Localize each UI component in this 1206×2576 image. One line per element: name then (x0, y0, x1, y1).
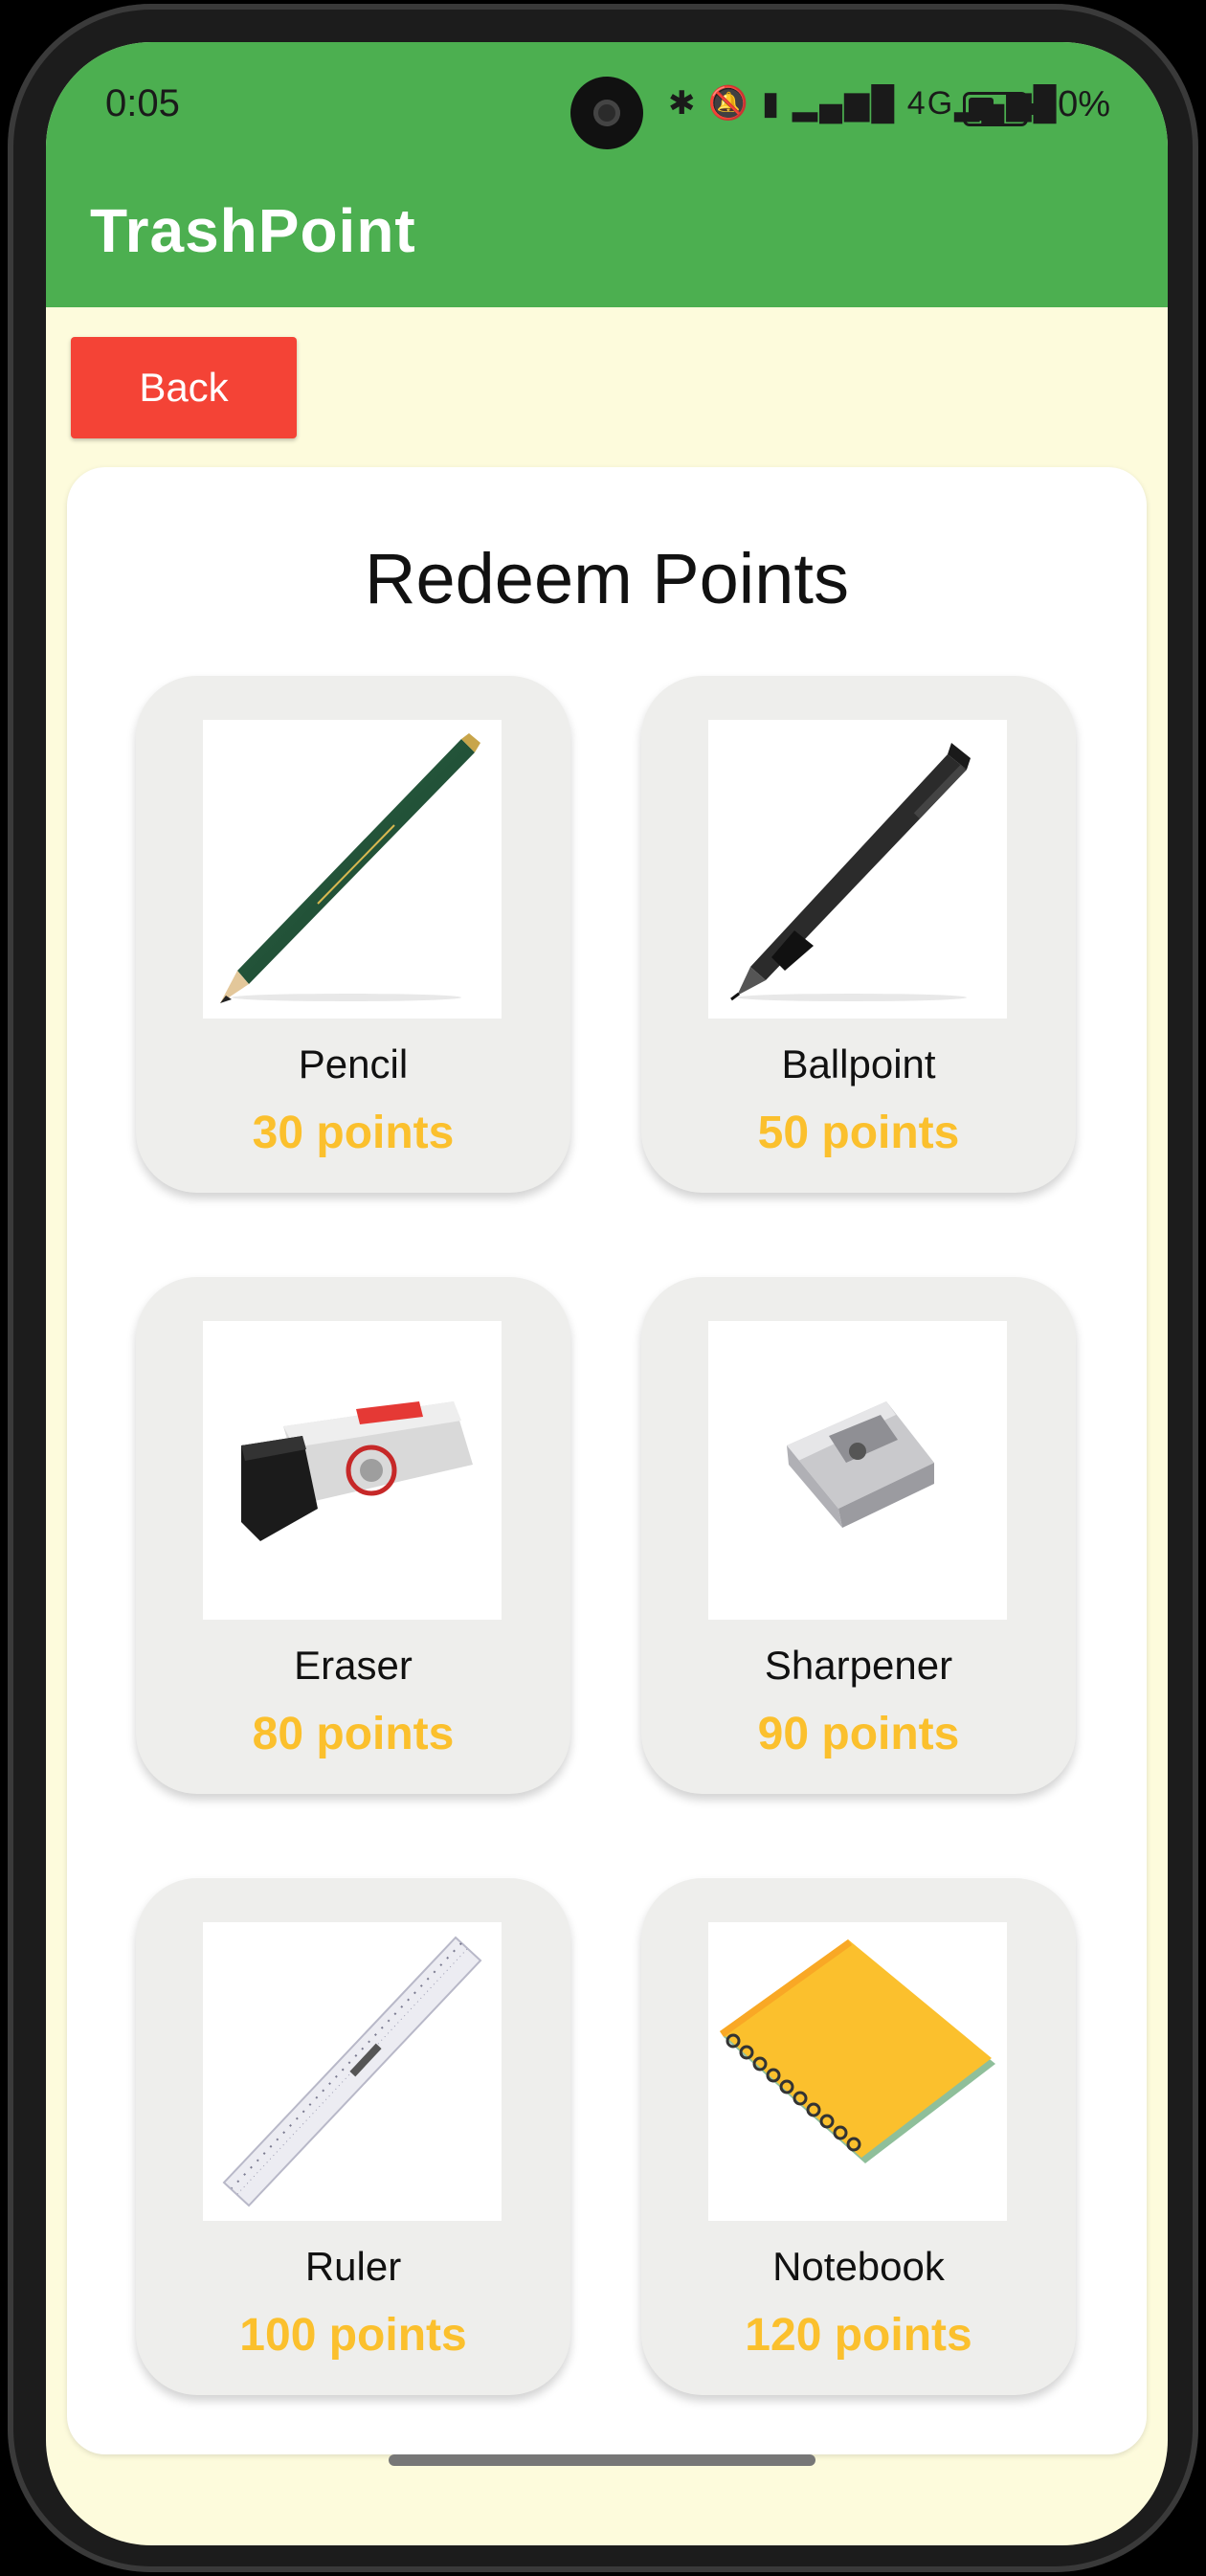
home-indicator[interactable] (389, 2454, 815, 2466)
reward-card-notebook[interactable]: Notebook 120 points (641, 1878, 1076, 2395)
ballpoint-pen-image (708, 720, 1007, 1019)
battery-percent: 50% (1038, 84, 1111, 124)
sharpener-image (708, 1321, 1007, 1620)
battery-icon (963, 92, 1035, 126)
status-bar: 0:05 ✱ 🔕 ▮ ▂▄▆█ 4G▂▄▆█ 50% (46, 42, 1168, 167)
app-bar: 0:05 ✱ 🔕 ▮ ▂▄▆█ 4G▂▄▆█ 50% TrashPoint (46, 42, 1168, 307)
app-screen: 0:05 ✱ 🔕 ▮ ▂▄▆█ 4G▂▄▆█ 50% TrashPoint Ba… (46, 42, 1168, 2545)
reward-grid: Pencil 30 points Ballpoint 50 points Era… (136, 676, 1076, 2395)
reward-card-eraser[interactable]: Eraser 80 points (136, 1277, 570, 1794)
eraser-image (203, 1321, 502, 1620)
reward-name: Eraser (294, 1643, 413, 1688)
ruler-image (203, 1922, 502, 2221)
reward-card-ballpoint[interactable]: Ballpoint 50 points (641, 676, 1076, 1193)
redeem-panel: Redeem Points Pencil 30 points Ballpoint… (67, 467, 1147, 2454)
reward-points: 100 points (239, 2310, 467, 2361)
phone-frame: 0:05 ✱ 🔕 ▮ ▂▄▆█ 4G▂▄▆█ 50% TrashPoint Ba… (8, 4, 1198, 2572)
reward-name: Pencil (298, 1042, 409, 1086)
app-title: TrashPoint (90, 196, 416, 265)
reward-name: Ballpoint (781, 1042, 936, 1086)
reward-name: Sharpener (764, 1643, 953, 1688)
notebook-image (708, 1922, 1007, 2221)
reward-card-sharpener[interactable]: Sharpener 90 points (641, 1277, 1076, 1794)
reward-points: 90 points (757, 1709, 960, 1759)
reward-points: 50 points (757, 1108, 960, 1158)
status-time: 0:05 (105, 82, 180, 124)
back-button[interactable]: Back (71, 337, 297, 438)
reward-points: 80 points (252, 1709, 455, 1759)
page-title: Redeem Points (365, 539, 849, 618)
reward-name: Notebook (772, 2244, 945, 2289)
reward-points: 120 points (745, 2310, 972, 2361)
pencil-image (203, 720, 502, 1019)
reward-card-ruler[interactable]: Ruler 100 points (136, 1878, 570, 2395)
camera-cutout (570, 77, 643, 149)
reward-name: Ruler (304, 2244, 402, 2289)
reward-card-pencil[interactable]: Pencil 30 points (136, 676, 570, 1193)
reward-points: 30 points (252, 1108, 455, 1158)
